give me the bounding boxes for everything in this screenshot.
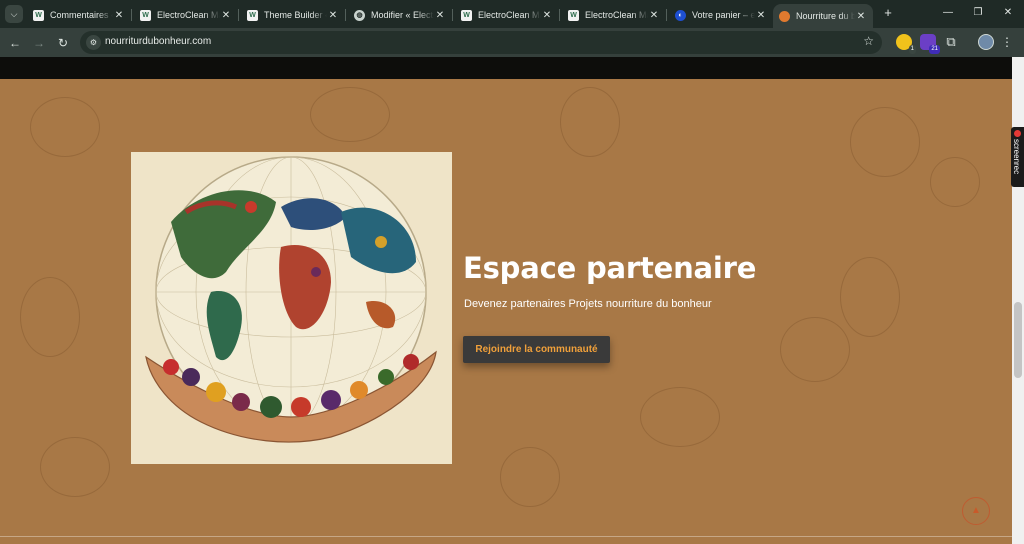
close-icon[interactable]: ✕ — [113, 10, 125, 21]
plus-icon: + — [884, 5, 892, 20]
tab-strip: ⌵ W Commentaires ‹ ✕ W ElectroClean Ma ✕… — [0, 0, 1024, 28]
hero-title: Espace partenaire — [463, 251, 757, 285]
wordpress-icon: W — [568, 9, 579, 21]
restore-icon: ❐ — [973, 7, 983, 18]
hero-world-hands-illustration — [131, 152, 452, 464]
new-tab-button[interactable]: + — [880, 5, 896, 21]
close-icon[interactable]: ✕ — [648, 10, 660, 21]
tab-electroclean-2[interactable]: W ElectroClean Ma ✕ — [455, 4, 560, 26]
tab-electroclean-1[interactable]: W ElectroClean Ma ✕ — [134, 4, 239, 26]
back-button[interactable]: ← — [6, 34, 24, 52]
extension-badge: 1 — [908, 45, 916, 54]
bookmark-star-icon[interactable]: ☆ — [863, 34, 874, 48]
close-window-button[interactable]: ✕ — [997, 4, 1019, 22]
minimize-button[interactable]: — — [937, 4, 959, 22]
close-icon[interactable]: ✕ — [755, 10, 767, 21]
tab-label: ElectroClean Ma — [478, 10, 541, 20]
background-doodle — [640, 387, 720, 447]
hero-subtitle: Devenez partenaires Projets nourriture d… — [464, 298, 712, 310]
extension-yellow-icon[interactable]: 1 — [896, 34, 916, 54]
wordpress-icon: W — [461, 9, 472, 21]
section-divider — [0, 536, 1012, 537]
tab-modifier[interactable]: ◍ Modifier « Electr ✕ — [348, 4, 453, 26]
world-map-illustration — [131, 152, 452, 464]
tab-label: ElectroClean Ma — [157, 10, 220, 20]
restore-button[interactable]: ❐ — [967, 4, 989, 22]
browser-menu-icon[interactable]: ⋮ — [1001, 34, 1013, 50]
background-doodle — [310, 87, 390, 142]
globe-icon: ◍ — [354, 9, 365, 21]
close-icon[interactable]: ✕ — [220, 10, 232, 21]
close-icon[interactable]: ✕ — [855, 11, 867, 22]
tab-votre-panier[interactable]: ◐ Votre panier – el ✕ — [669, 4, 773, 26]
tab-label: Theme Builder ‹ — [264, 10, 327, 20]
extensions-puzzle-icon[interactable]: ⧉ — [943, 34, 959, 50]
extension-badge: 21 — [929, 45, 940, 54]
tab-commentaires[interactable]: W Commentaires ‹ ✕ — [27, 4, 132, 26]
url-text: nourriturdubonheur.com — [105, 36, 212, 47]
tab-label: Modifier « Electr — [371, 10, 434, 20]
reload-button[interactable]: ↻ — [54, 34, 72, 52]
wordpress-icon: W — [140, 9, 151, 21]
close-icon[interactable]: ✕ — [327, 10, 339, 21]
screenrec-label: screenrec — [1012, 139, 1021, 175]
wordpress-icon: W — [247, 9, 258, 21]
chevron-down-icon: ⌵ — [10, 8, 18, 19]
screenrec-widget[interactable]: screenrec — [1011, 127, 1024, 187]
arrow-right-icon: → — [33, 36, 45, 50]
close-icon[interactable]: ✕ — [434, 10, 446, 21]
close-icon[interactable]: ✕ — [541, 10, 553, 21]
background-doodle — [500, 447, 560, 507]
browser-toolbar: ← → ↻ ⚙ nourriturdubonheur.com ☆ 1 21 ⧉ … — [0, 28, 1024, 57]
site-info-icon[interactable]: ⚙ — [86, 35, 101, 50]
site-header-strip — [0, 57, 1012, 79]
wordpress-icon: W — [33, 9, 44, 21]
tab-theme-builder[interactable]: W Theme Builder ‹ ✕ — [241, 4, 346, 26]
forward-button[interactable]: → — [30, 34, 48, 52]
tab-search-button[interactable]: ⌵ — [5, 5, 23, 23]
background-doodle — [40, 437, 110, 497]
tab-label: Votre panier – el — [692, 10, 755, 20]
background-doodle — [840, 257, 900, 337]
background-doodle — [560, 87, 620, 157]
background-doodle — [930, 157, 980, 207]
background-doodle — [30, 97, 100, 157]
background-doodle — [850, 107, 920, 177]
record-icon — [1014, 130, 1021, 137]
background-doodle — [780, 317, 850, 382]
arrow-left-icon: ← — [9, 36, 21, 50]
tab-label: Nourriture du bo — [796, 11, 855, 21]
join-community-button[interactable]: Rejoindre la communauté — [463, 336, 610, 363]
tab-nourriture[interactable]: Nourriture du bo ✕ — [773, 4, 873, 28]
scrollbar-thumb[interactable] — [1014, 302, 1022, 378]
tab-label: Commentaires ‹ — [50, 10, 113, 20]
tab-electroclean-3[interactable]: W ElectroClean Ma ✕ — [562, 4, 667, 26]
close-icon: ✕ — [1003, 7, 1013, 18]
address-bar[interactable]: ⚙ nourriturdubonheur.com ☆ — [80, 31, 882, 54]
chevron-up-icon: ▲ — [971, 505, 981, 516]
blue-circle-icon: ◐ — [675, 9, 686, 21]
minimize-icon: — — [943, 7, 953, 18]
page-viewport: Espace partenaire Devenez partenaires Pr… — [0, 57, 1012, 544]
extension-purple-icon[interactable]: 21 — [920, 34, 940, 54]
reload-icon: ↻ — [57, 36, 69, 50]
scroll-to-top-button[interactable]: ▲ — [962, 497, 990, 525]
food-icon — [779, 10, 790, 22]
profile-avatar[interactable] — [978, 34, 994, 50]
background-doodle — [20, 277, 80, 357]
tab-label: ElectroClean Ma — [585, 10, 648, 20]
